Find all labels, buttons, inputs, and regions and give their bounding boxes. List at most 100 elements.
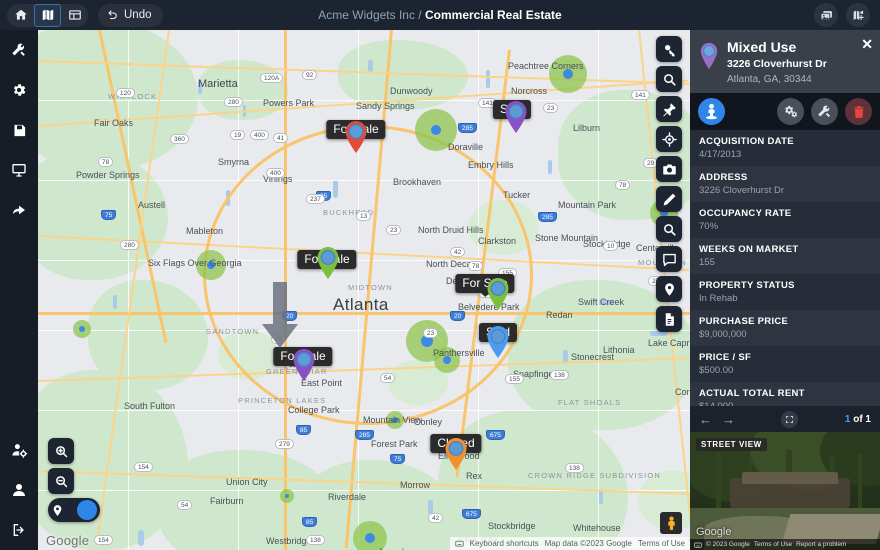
route-shield: 675 [462,509,481,519]
show-pins-toggle[interactable] [48,498,100,522]
undo-button[interactable]: Undo [98,4,163,27]
panel-close-button[interactable]: ✕ [861,37,873,51]
sidebar-item-share[interactable] [0,190,38,230]
logout-icon [11,522,27,538]
zoom-out-button[interactable] [48,468,74,494]
annotation-arrow-icon [258,282,302,350]
property-field: ACQUISITION DATE 4/17/2013 [690,130,880,166]
field-value: 3226 Cloverhurst Dr [699,185,871,196]
panel-edit-tools-button[interactable] [811,98,838,125]
panel-settings-button[interactable] [777,98,804,125]
key-icon [662,42,677,57]
map-tool-place-marker[interactable] [656,276,682,302]
comment-icon [662,252,677,267]
route-shield: 85 [296,425,311,435]
map-marker-pin[interactable] [485,277,511,311]
property-field: WEEKS ON MARKET155 [690,238,880,274]
map-marker-pin[interactable] [485,325,511,359]
field-value: 4/17/2013 [699,149,871,160]
image-icon [820,9,833,22]
zoom-in-button[interactable] [48,438,74,464]
undo-label: Undo [124,9,152,21]
map-marker-pin[interactable] [443,437,469,471]
property-field: PROPERTY STATUSIn Rehab [690,274,880,310]
breadcrumb-org: Acme Widgets Inc [318,8,415,22]
sidebar-item-logout[interactable] [0,510,38,550]
map-marker-pin[interactable] [343,120,369,154]
street-view-report-link[interactable]: Report a problem [796,541,846,548]
route-shield: 141 [631,90,650,100]
sidebar-item-save[interactable] [0,110,38,150]
location-pin-icon [662,282,677,297]
map-tool-column [656,36,682,332]
route-shield: 78 [98,157,113,167]
nav-home-button[interactable] [7,4,34,27]
street-view-pegman[interactable] [660,512,682,534]
trash-icon [852,105,866,119]
map-tool-legend[interactable] [656,36,682,62]
location-pin-icon [51,504,64,517]
nav-map-button[interactable] [34,4,61,27]
map-marker-pin[interactable] [503,100,529,134]
field-label: ACQUISITION DATE [699,136,871,147]
keyboard-shortcuts-link[interactable]: Keyboard shortcuts [470,539,539,548]
map-marker-pin[interactable] [315,246,341,280]
map-zoom-controls [48,438,100,522]
map-tool-comment[interactable] [656,246,682,272]
pegman-icon [704,103,719,120]
sidebar-item-user-settings[interactable] [0,430,38,470]
map-terms-link[interactable]: Terms of Use [638,539,685,548]
route-shield: 154 [94,535,113,545]
panel-header-text: Mixed Use 3226 Cloverhurst Dr Atlanta, G… [727,39,827,85]
breadcrumb-project: Commercial Real Estate [425,8,562,22]
tools-icon [817,104,832,119]
route-shield: 42 [450,247,465,257]
add-map-button[interactable] [846,3,870,27]
map-tool-draw[interactable] [656,186,682,212]
nav-table-button[interactable] [61,4,88,27]
keyboard-icon [694,541,702,549]
street-view-button[interactable] [698,98,725,125]
map-data-credit: Map data ©2023 Google [545,539,632,548]
top-bar: Undo Acme Widgets Inc / Commercial Real … [0,0,880,30]
home-icon [14,8,28,22]
map-place-label: Forest Park [371,439,418,449]
camera-icon [662,162,677,177]
field-label: PURCHASE PRICE [699,316,871,327]
street-view-attribution: © 2023 Google Terms of Use Report a prob… [690,539,880,550]
tools-icon [11,42,27,58]
route-shield: 75 [390,454,405,464]
street-view-terms-link[interactable]: Terms of Use [754,541,792,548]
map-tool-search-places[interactable] [656,66,682,92]
pager-prev-button[interactable]: ← [699,413,712,426]
field-label: ACTUAL TOTAL RENT [699,388,871,399]
route-shield: 23 [386,225,401,235]
sidebar-item-present[interactable] [0,150,38,190]
map-tool-zoom-search[interactable] [656,216,682,242]
sidebar-item-settings[interactable] [0,70,38,110]
route-shield: 154 [134,462,153,472]
sidebar-item-account[interactable] [0,470,38,510]
pager-expand-button[interactable] [781,411,798,428]
route-shield: 400 [250,130,269,140]
breadcrumb-sep: / [415,8,425,22]
map-tool-snapshot[interactable] [656,156,682,182]
map-marker-pin[interactable] [291,348,317,382]
street-view-thumbnail[interactable]: STREET VIEW Google © 2023 Google Terms o… [690,432,880,550]
route-shield: 23 [543,103,558,113]
document-icon [662,312,677,327]
expand-icon [785,415,794,424]
zoom-in-icon [54,444,69,459]
map-view[interactable]: MariettaWHITLOCKPowers ParkDunwoodySandy… [38,30,690,550]
panel-delete-button[interactable] [845,98,872,125]
pager-next-button[interactable]: → [722,413,735,426]
map-tool-pin-drop[interactable] [656,96,682,122]
map-tool-report[interactable] [656,306,682,332]
route-shield: 23 [423,328,438,338]
map-tool-locate[interactable] [656,126,682,152]
gallery-button[interactable] [814,3,838,27]
pegman-icon [665,516,678,531]
route-shield: 120A [260,73,283,83]
pager-count: 1 of 1 [845,414,871,425]
sidebar-item-tools[interactable] [0,30,38,70]
